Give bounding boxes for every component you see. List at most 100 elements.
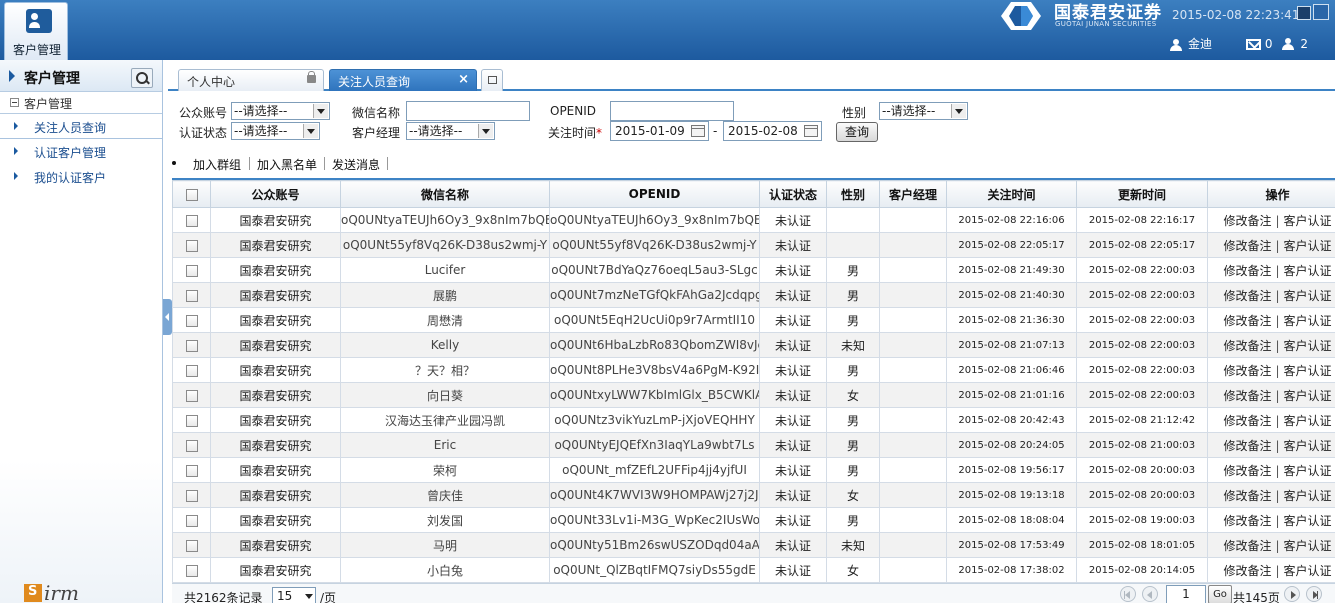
table-row[interactable]: 国泰君安研究 马明 oQ0UNty51Bm26swUSZODqd04aAXM 未认证未… — [172, 532, 1335, 558]
table-row[interactable]: 国泰君安研究 周懋清 oQ0UNt5EqH2UcUi0p9r7ArmtII10 未认证… — [172, 307, 1335, 333]
row-checkbox[interactable] — [185, 314, 198, 327]
close-icon[interactable]: × — [458, 72, 469, 87]
table-row[interactable]: 国泰君安研究 Kelly oQ0UNt6HbaLzbRo83QbomZWI8vJc 未… — [172, 332, 1335, 358]
edit-remark-link[interactable]: 修改备注 — [1223, 514, 1271, 528]
edit-remark-link[interactable]: 修改备注 — [1223, 314, 1271, 328]
go-page-button[interactable]: Go — [1208, 585, 1232, 603]
customer-verify-link[interactable]: 客户认证 — [1284, 414, 1332, 428]
column-header[interactable]: 公众账号 — [210, 180, 341, 208]
customer-verify-link[interactable]: 客户认证 — [1284, 239, 1332, 253]
table-row[interactable]: 国泰君安研究 oQ0UNtyaTEUJh6Oy3_9x8nIm7bQE oQ0UNt… — [172, 207, 1335, 233]
row-checkbox[interactable] — [185, 339, 198, 352]
prev-page-icon[interactable] — [1142, 586, 1158, 602]
edit-remark-link[interactable]: 修改备注 — [1223, 239, 1271, 253]
sidebar-group-customer-management[interactable]: 客户管理 — [0, 92, 162, 114]
sidebar-item-follower-query[interactable]: 关注人员查询 — [0, 114, 162, 139]
customer-verify-link[interactable]: 客户认证 — [1284, 489, 1332, 503]
row-checkbox[interactable] — [185, 539, 198, 552]
customer-verify-link[interactable]: 客户认证 — [1284, 339, 1332, 353]
table-row[interactable]: 国泰君安研究 Lucifer oQ0UNt7BdYaQz76oeqL5au3-SLg… — [172, 257, 1335, 283]
column-header[interactable]: 更新时间 — [1076, 180, 1208, 208]
add-to-blacklist-button[interactable]: 加入黑名单 — [257, 156, 317, 173]
edit-remark-link[interactable]: 修改备注 — [1223, 439, 1271, 453]
customer-verify-link[interactable]: 客户认证 — [1284, 264, 1332, 278]
table-row[interactable]: 国泰君安研究 ？天？相？ oQ0UNt8PLHe3V8bsV4a6PgM-K92I 未… — [172, 357, 1335, 383]
account-select[interactable]: --请选择-- — [231, 102, 330, 120]
query-button[interactable]: 查询 — [836, 122, 878, 142]
add-to-group-button[interactable]: 加入群组 — [193, 156, 241, 173]
tab-popout[interactable] — [481, 69, 503, 91]
row-checkbox[interactable] — [185, 389, 198, 402]
table-row[interactable]: 国泰君安研究 Eric oQ0UNtyEJQEfXn3IaqYLa9wbt7Ls 未认… — [172, 432, 1335, 458]
row-checkbox[interactable] — [185, 439, 198, 452]
row-checkbox[interactable] — [185, 564, 198, 577]
row-checkbox[interactable] — [185, 239, 198, 252]
customer-verify-link[interactable]: 客户认证 — [1284, 314, 1332, 328]
search-icon[interactable] — [131, 68, 153, 88]
customer-verify-link[interactable]: 客户认证 — [1284, 289, 1332, 303]
select-all-checkbox[interactable] — [185, 188, 198, 201]
sidebar-collapse-handle[interactable] — [163, 299, 172, 335]
restore-window-button[interactable] — [1297, 6, 1311, 20]
column-header[interactable]: 操作 — [1207, 180, 1335, 208]
row-checkbox[interactable] — [185, 214, 198, 227]
row-checkbox[interactable] — [185, 289, 198, 302]
edit-remark-link[interactable]: 修改备注 — [1223, 464, 1271, 478]
customer-verify-link[interactable]: 客户认证 — [1284, 214, 1332, 228]
column-header[interactable]: 认证状态 — [759, 180, 827, 208]
customer-verify-link[interactable]: 客户认证 — [1284, 364, 1332, 378]
edit-remark-link[interactable]: 修改备注 — [1223, 364, 1271, 378]
customer-verify-link[interactable]: 客户认证 — [1284, 439, 1332, 453]
manager-select[interactable]: --请选择-- — [406, 122, 495, 140]
column-header[interactable]: 微信名称 — [340, 180, 550, 208]
gender-select[interactable]: --请选择-- — [879, 102, 968, 120]
sidebar-item-verified-customer-management[interactable]: 认证客户管理 — [0, 139, 162, 164]
send-message-button[interactable]: 发送消息 — [332, 156, 380, 173]
follow-date-to-input[interactable]: 2015-02-08 — [723, 121, 822, 141]
table-row[interactable]: 国泰君安研究 曾庆佳 oQ0UNt4K7WVI3W9HOMPAWj27j2Jk 未认证… — [172, 482, 1335, 508]
row-checkbox[interactable] — [185, 264, 198, 277]
customer-verify-link[interactable]: 客户认证 — [1284, 389, 1332, 403]
column-header[interactable]: OPENID — [549, 180, 760, 208]
follow-date-from-input[interactable]: 2015-01-09 — [610, 121, 709, 141]
edit-remark-link[interactable]: 修改备注 — [1223, 264, 1271, 278]
edit-remark-link[interactable]: 修改备注 — [1223, 214, 1271, 228]
toggle-window-button[interactable] — [1313, 4, 1329, 20]
row-checkbox[interactable] — [185, 489, 198, 502]
module-tab-customer-management[interactable]: 客户管理 — [4, 2, 68, 60]
customer-verify-link[interactable]: 客户认证 — [1284, 514, 1332, 528]
table-row[interactable]: 国泰君安研究 荣柯 oQ0UNt_mfZEfL2UFFip4jj4yjfUI 未认证男… — [172, 457, 1335, 483]
tab-personal-center[interactable]: 个人中心 — [178, 69, 324, 91]
table-row[interactable]: 国泰君安研究 oQ0UNt55yf8Vq26K-D38us2wmj-Y oQ0UNt… — [172, 232, 1335, 258]
column-header[interactable]: 关注时间 — [946, 180, 1077, 208]
row-checkbox[interactable] — [185, 514, 198, 527]
user-menu[interactable]: 金迪 — [1170, 35, 1212, 52]
edit-remark-link[interactable]: 修改备注 — [1223, 339, 1271, 353]
table-row[interactable]: 国泰君安研究 刘发国 oQ0UNt33Lv1i-M3G_WpKec2IUsWo 未认证… — [172, 507, 1335, 533]
calendar-icon[interactable] — [691, 125, 705, 137]
column-header[interactable]: 性别 — [826, 180, 880, 208]
customer-verify-link[interactable]: 客户认证 — [1284, 464, 1332, 478]
messages-link[interactable]: 0 — [1245, 37, 1272, 51]
row-checkbox[interactable] — [185, 414, 198, 427]
table-row[interactable]: 国泰君安研究 汉海达玉律产业园冯凯 oQ0UNtz3vikYuzLmP-jXjoVE… — [172, 407, 1335, 433]
edit-remark-link[interactable]: 修改备注 — [1223, 564, 1271, 578]
edit-remark-link[interactable]: 修改备注 — [1223, 539, 1271, 553]
next-page-icon[interactable] — [1284, 586, 1300, 602]
edit-remark-link[interactable]: 修改备注 — [1223, 489, 1271, 503]
row-checkbox[interactable] — [185, 464, 198, 477]
collapse-minus-icon[interactable] — [10, 98, 19, 107]
customer-verify-link[interactable]: 客户认证 — [1284, 564, 1332, 578]
calendar-icon[interactable] — [804, 125, 818, 137]
page-size-select[interactable]: 15 — [272, 587, 316, 603]
customer-verify-link[interactable]: 客户认证 — [1284, 539, 1332, 553]
sidebar-item-my-verified-customers[interactable]: 我的认证客户 — [0, 164, 162, 189]
openid-input[interactable] — [610, 101, 734, 121]
table-row[interactable]: 国泰君安研究 小白兔 oQ0UNt_QlZBqtIFMQ7siyDs55gdE 未认证… — [172, 557, 1335, 583]
edit-remark-link[interactable]: 修改备注 — [1223, 389, 1271, 403]
table-row[interactable]: 国泰君安研究 向日葵 oQ0UNtxyLWW7KbImlGlx_B5CWKlA 未认证… — [172, 382, 1335, 408]
row-checkbox[interactable] — [185, 364, 198, 377]
wechat-name-input[interactable] — [406, 101, 530, 121]
tab-follower-query[interactable]: 关注人员查询 × — [329, 69, 477, 91]
page-number-input[interactable]: 1 — [1166, 585, 1206, 603]
